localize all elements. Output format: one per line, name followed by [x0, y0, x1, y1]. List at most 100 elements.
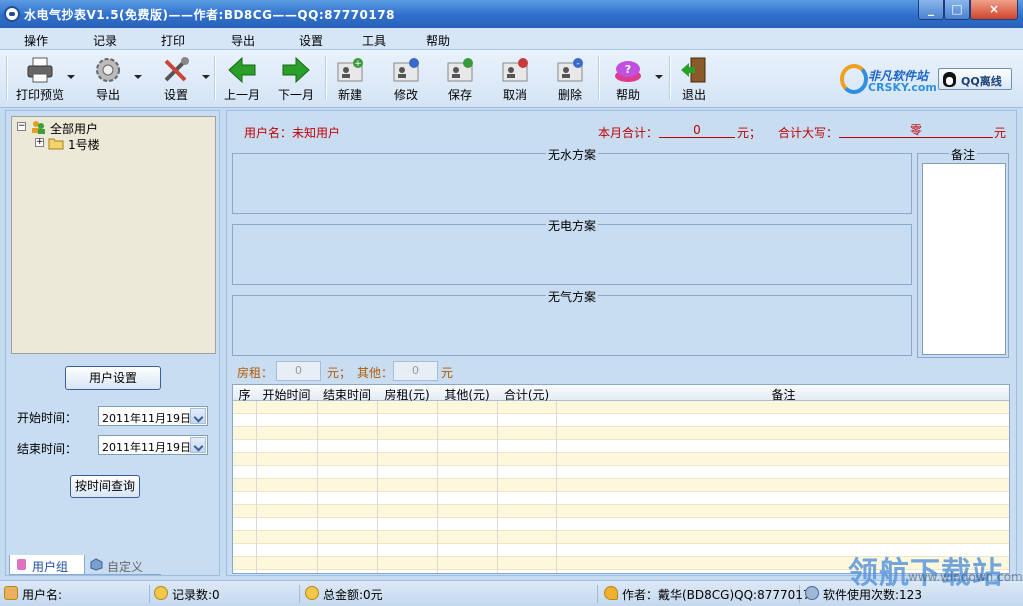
- minimize-button[interactable]: _: [918, 0, 944, 20]
- table-row: [233, 492, 1009, 505]
- maximize-button[interactable]: □: [944, 0, 970, 20]
- toolbar-separator: [6, 56, 8, 100]
- rent-unit: 元；: [327, 366, 352, 380]
- menu-settings[interactable]: 设置: [299, 32, 323, 49]
- table-row: [233, 466, 1009, 479]
- menu-help[interactable]: 帮助: [426, 32, 450, 49]
- delete-label: 删除: [557, 88, 582, 102]
- notes-textarea[interactable]: [922, 163, 1006, 355]
- menu-print[interactable]: 打印: [161, 32, 185, 49]
- tree-collapse-toggle[interactable]: −: [17, 122, 26, 131]
- export-dropdown[interactable]: [133, 53, 143, 105]
- tab-user-group[interactable]: 用户组: [9, 555, 85, 575]
- user-card-cancel-icon: [502, 58, 528, 82]
- chevron-down-icon[interactable]: [190, 437, 206, 453]
- next-month-button[interactable]: 下一月: [274, 53, 318, 105]
- col-header-end-time[interactable]: 结束时间: [317, 386, 377, 403]
- help-button[interactable]: ? 帮助: [606, 53, 650, 105]
- user-card-delete-icon: -: [557, 58, 583, 82]
- folder-icon: [48, 138, 64, 150]
- info-icon: [805, 586, 819, 600]
- print-preview-dropdown[interactable]: [66, 53, 76, 105]
- start-time-label: 开始时间：: [17, 411, 78, 425]
- exit-label: 退出: [681, 88, 706, 102]
- print-preview-button[interactable]: 打印预览: [12, 53, 68, 105]
- qq-offline-button[interactable]: QQ离线: [938, 68, 1012, 90]
- username-display: 用户名：未知用户: [244, 126, 341, 140]
- menu-tools[interactable]: 工具: [362, 32, 386, 49]
- electric-plan-title: 无电方案: [545, 219, 598, 233]
- app-icon: [4, 6, 20, 22]
- menu-record[interactable]: 记录: [93, 32, 117, 49]
- table-row: [233, 414, 1009, 427]
- prev-month-label: 上一月: [223, 88, 260, 102]
- col-header-rent[interactable]: 房租(元): [377, 386, 437, 403]
- edit-button[interactable]: 修改: [386, 53, 426, 105]
- brand-domain: CRSKY.com: [868, 81, 937, 94]
- rent-input[interactable]: 0: [276, 361, 321, 381]
- rent-label: 房租：: [237, 366, 274, 380]
- save-label: 保存: [447, 88, 472, 102]
- col-header-other[interactable]: 其他(元): [437, 386, 497, 403]
- exit-door-icon: [681, 57, 706, 83]
- user-card-add-icon: +: [337, 58, 363, 82]
- arrow-left-icon: [228, 56, 256, 84]
- left-tabs: 用户组 自定义: [5, 555, 215, 577]
- toolbar-separator: [325, 56, 327, 100]
- brand-logo[interactable]: 非凡软件站 CRSKY.com: [840, 64, 937, 96]
- print-preview-label: 打印预览: [15, 88, 64, 102]
- user-settings-button[interactable]: 用户设置: [65, 366, 161, 390]
- toolbar-separator: [214, 56, 216, 100]
- gear-icon: [96, 58, 120, 82]
- exit-button[interactable]: 退出: [674, 53, 714, 105]
- col-header-start-time[interactable]: 开始时间: [256, 386, 317, 403]
- menu-export[interactable]: 导出: [231, 32, 255, 49]
- total-caps-unit: 元: [994, 126, 1007, 140]
- tree-root-label: 全部用户: [50, 122, 99, 136]
- table-row: [233, 505, 1009, 518]
- end-date-picker[interactable]: 2011年11月19日: [98, 435, 208, 455]
- chevron-down-icon: [67, 73, 75, 81]
- status-records-text: 记录数:0: [172, 588, 220, 602]
- new-button[interactable]: + 新建: [330, 53, 370, 105]
- custom-cube-icon: [90, 558, 103, 571]
- tab-custom[interactable]: 自定义: [85, 555, 161, 575]
- export-button[interactable]: 导出: [86, 53, 130, 105]
- col-header-index[interactable]: 序: [233, 386, 256, 403]
- status-total-text: 总金额:0元: [323, 588, 383, 602]
- menu-operate[interactable]: 操作: [24, 32, 48, 49]
- records-table[interactable]: 序 开始时间 结束时间 房租(元) 其他(元) 合计(元) 备注: [232, 384, 1010, 574]
- help-dropdown[interactable]: [654, 53, 664, 105]
- chevron-down-icon[interactable]: [190, 408, 206, 424]
- save-button[interactable]: 保存: [440, 53, 480, 105]
- tab-user-group-label: 用户组: [32, 560, 69, 574]
- other-unit: 元: [441, 366, 454, 380]
- status-total: 总金额:0元: [305, 585, 598, 603]
- prev-month-button[interactable]: 上一月: [220, 53, 264, 105]
- tree-expand-toggle[interactable]: +: [35, 138, 44, 147]
- delete-button[interactable]: - 删除: [550, 53, 590, 105]
- toolbar-separator: [598, 56, 600, 100]
- next-month-label: 下一月: [277, 88, 314, 102]
- start-date-picker[interactable]: 2011年11月19日: [98, 406, 208, 426]
- watermark-url: www.windown.com: [908, 570, 1023, 584]
- settings-dropdown[interactable]: [201, 53, 211, 105]
- table-row: [233, 479, 1009, 492]
- cancel-button[interactable]: 取消: [495, 53, 535, 105]
- cancel-label: 取消: [502, 88, 527, 102]
- settings-button[interactable]: 设置: [154, 53, 198, 105]
- col-header-total[interactable]: 合计(元): [497, 386, 556, 403]
- query-by-time-button[interactable]: 按时间查询: [70, 475, 140, 498]
- site-watermark: 领航下载站 www.windown.com: [848, 548, 1023, 598]
- chevron-down-icon: [655, 73, 663, 81]
- other-input[interactable]: 0: [393, 361, 438, 381]
- table-row: [233, 518, 1009, 531]
- status-author-text: 作者：戴华(BD8CG)QQ:87770178: [622, 588, 819, 602]
- total-caps-label: 合计大写：: [778, 126, 839, 140]
- close-button[interactable]: ×: [970, 0, 1018, 20]
- status-username-text: 用户名:: [22, 588, 63, 602]
- menu-bar: 操作 记录 打印 导出 设置 工具 帮助: [0, 28, 1023, 50]
- col-header-notes[interactable]: 备注: [556, 386, 1009, 403]
- printer-icon: [27, 57, 53, 83]
- tree-node-label: 1号楼: [68, 138, 100, 152]
